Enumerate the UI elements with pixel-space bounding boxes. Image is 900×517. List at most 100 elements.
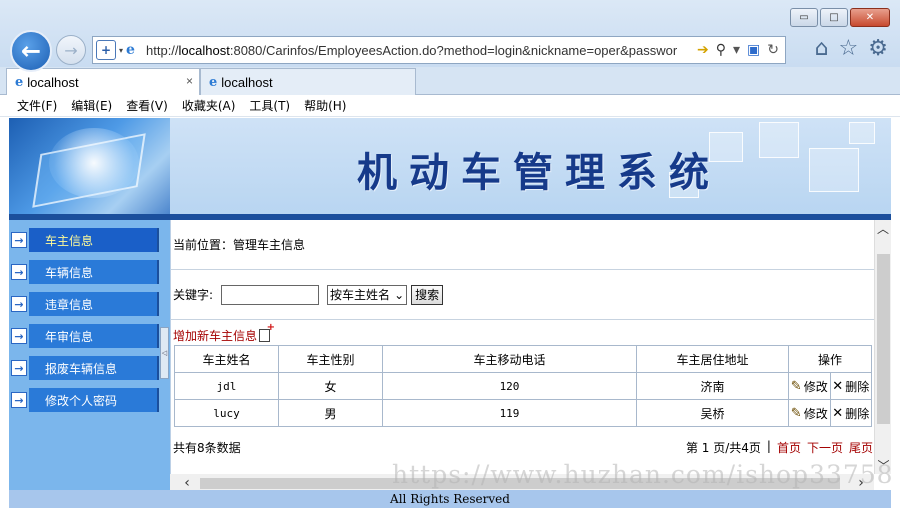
tab-localhost[interactable]: e localhost	[200, 68, 416, 95]
next-page-link[interactable]: 下一页	[807, 439, 843, 456]
security-shield-icon[interactable]: +	[96, 40, 116, 60]
back-button[interactable]: ←	[10, 30, 52, 72]
sidebar-item-change-password[interactable]: → 修改个人密码	[9, 388, 159, 412]
forward-button[interactable]: →	[56, 35, 86, 65]
vertical-scrollbar[interactable]: ︿ ﹀	[874, 220, 891, 474]
cell-gender: 女	[278, 372, 383, 400]
feed-icon[interactable]: ▣	[747, 42, 760, 58]
last-page-link[interactable]: 尾页	[849, 439, 873, 456]
watermark: https://www.huzhan.com/ishop33758	[392, 460, 894, 489]
scroll-left-icon[interactable]: ‹	[178, 475, 196, 491]
cell-gender: 男	[278, 399, 383, 427]
sidebar-item-label: 报废车辆信息	[29, 356, 159, 380]
arrow-right-icon: →	[11, 360, 27, 376]
col-owner-phone: 车主移动电话	[382, 345, 637, 373]
search-dropdown-icon[interactable]: ▾	[733, 42, 740, 58]
home-icon[interactable]: ⌂	[815, 36, 829, 61]
delete-link[interactable]: ✕ 删除	[832, 378, 869, 395]
favorites-star-icon[interactable]: ☆	[839, 36, 859, 61]
edit-link[interactable]: ✎ 修改	[791, 378, 828, 395]
delete-label: 删除	[845, 406, 870, 421]
chevron-down-icon[interactable]: ▾	[119, 46, 123, 55]
url-rest: :8080/Carinfos/EmployeesAction.do?method…	[229, 42, 678, 58]
arrow-right-icon: →	[11, 232, 27, 248]
sidebar-item-vehicle-info[interactable]: → 车辆信息	[9, 260, 159, 284]
cell-address: 济南	[636, 372, 789, 400]
delete-x-icon: ✕	[832, 405, 844, 421]
refresh-icon[interactable]: ↻	[767, 42, 779, 58]
ie-page-icon: e	[126, 42, 135, 58]
sidebar-item-owner-info[interactable]: → 车主信息	[9, 228, 159, 252]
menu-file[interactable]: 文件(F)	[10, 97, 64, 114]
cell-delete: ✕ 删除	[829, 372, 872, 400]
close-window-button[interactable]: ✕	[850, 8, 890, 27]
add-owner-label: 增加新车主信息	[173, 329, 258, 343]
vertical-scroll-thumb[interactable]	[877, 254, 890, 424]
banner-glow	[49, 128, 139, 198]
page-info: 第 1 页/共4页	[685, 440, 761, 455]
sidebar-item-scrapped-vehicles[interactable]: → 报废车辆信息	[9, 356, 159, 380]
banner-cube	[849, 122, 875, 144]
close-tab-icon[interactable]: ×	[186, 74, 193, 88]
sidebar-item-label: 车辆信息	[29, 260, 159, 284]
sidebar-item-label: 年审信息	[29, 324, 159, 348]
menu-view[interactable]: 查看(V)	[119, 97, 175, 114]
col-owner-gender: 车主性别	[278, 345, 383, 373]
cell-name: jdl	[174, 372, 279, 400]
menu-tools[interactable]: 工具(T)	[242, 97, 297, 114]
maximize-button[interactable]: □	[820, 8, 848, 27]
address-bar[interactable]: + ▾ e http://localhost:8080/Carinfos/Emp…	[92, 36, 786, 64]
sidebar-item-violation-info[interactable]: → 违章信息	[9, 292, 159, 316]
cell-edit: ✎ 修改	[788, 372, 831, 400]
edit-label: 修改	[803, 406, 828, 421]
compatibility-icon[interactable]: ➔	[697, 42, 709, 58]
pencil-icon: ✎	[790, 378, 802, 394]
cell-phone: 119	[382, 399, 637, 427]
menu-help[interactable]: 帮助(H)	[297, 97, 353, 114]
select-value: 按车主姓名	[330, 288, 391, 302]
banner-graphic	[9, 118, 170, 216]
search-button[interactable]: 搜索	[411, 284, 444, 305]
col-owner-address: 车主居住地址	[636, 345, 789, 373]
chevron-down-icon: ⌄	[394, 287, 405, 302]
sidebar-item-label: 车主信息	[29, 228, 159, 252]
breadcrumb: 当前位置：管理车主信息	[171, 220, 874, 270]
gear-icon[interactable]: ⚙	[868, 36, 888, 61]
menu-edit[interactable]: 编辑(E)	[64, 97, 119, 114]
total-count: 共有8条数据	[173, 440, 241, 455]
cell-edit: ✎ 修改	[788, 399, 831, 427]
add-owner-link[interactable]: 增加新车主信息	[173, 322, 275, 344]
sidebar-collapse-handle[interactable]: ◁	[160, 327, 169, 379]
arrow-right-icon: →	[11, 264, 27, 280]
minimize-button[interactable]: ▭	[790, 8, 818, 27]
tab-label: localhost	[221, 74, 273, 90]
table-row: jdl 女 120 济南 ✎ 修改 ✕ 删除	[174, 372, 872, 400]
url-text[interactable]: http://localhost:8080/Carinfos/Employees…	[146, 43, 691, 58]
delete-link[interactable]: ✕ 删除	[832, 405, 869, 422]
ie-tab-icon: e	[209, 74, 218, 90]
add-document-icon	[259, 322, 275, 342]
menu-bar: 文件(F) 编辑(E) 查看(V) 收藏夹(A) 工具(T) 帮助(H)	[0, 95, 900, 117]
delete-label: 删除	[845, 379, 870, 394]
ie-tab-icon: e	[15, 74, 24, 90]
cell-name: lucy	[174, 399, 279, 427]
cell-delete: ✕ 删除	[829, 399, 872, 427]
pager: 第 1 页/共4页 | 首页 下一页 尾页	[686, 439, 874, 456]
owner-table: 车主姓名 车主性别 车主移动电话 车主居住地址 操作 jdl 女 120 济南 …	[174, 345, 872, 427]
first-page-link[interactable]: 首页	[777, 439, 801, 456]
url-prefix: http://	[146, 42, 179, 58]
edit-label: 修改	[803, 379, 828, 394]
sidebar-item-annual-inspection[interactable]: → 年审信息	[9, 324, 159, 348]
keyword-input[interactable]	[221, 284, 320, 305]
window-buttons: ▭ □ ✕	[790, 8, 890, 27]
menu-favorites[interactable]: 收藏夹(A)	[175, 97, 243, 114]
delete-x-icon: ✕	[832, 378, 844, 394]
search-icon[interactable]: ⚲	[716, 42, 726, 58]
edit-link[interactable]: ✎ 修改	[791, 405, 828, 422]
scroll-up-icon[interactable]: ︿	[875, 220, 891, 237]
search-field-select[interactable]: 按车主姓名 ⌄	[327, 284, 408, 305]
arrow-right-icon: →	[11, 392, 27, 408]
sidebar-item-label: 修改个人密码	[29, 388, 159, 412]
pager-separator: |	[766, 438, 771, 453]
tab-localhost-active[interactable]: e localhost ×	[6, 68, 200, 95]
